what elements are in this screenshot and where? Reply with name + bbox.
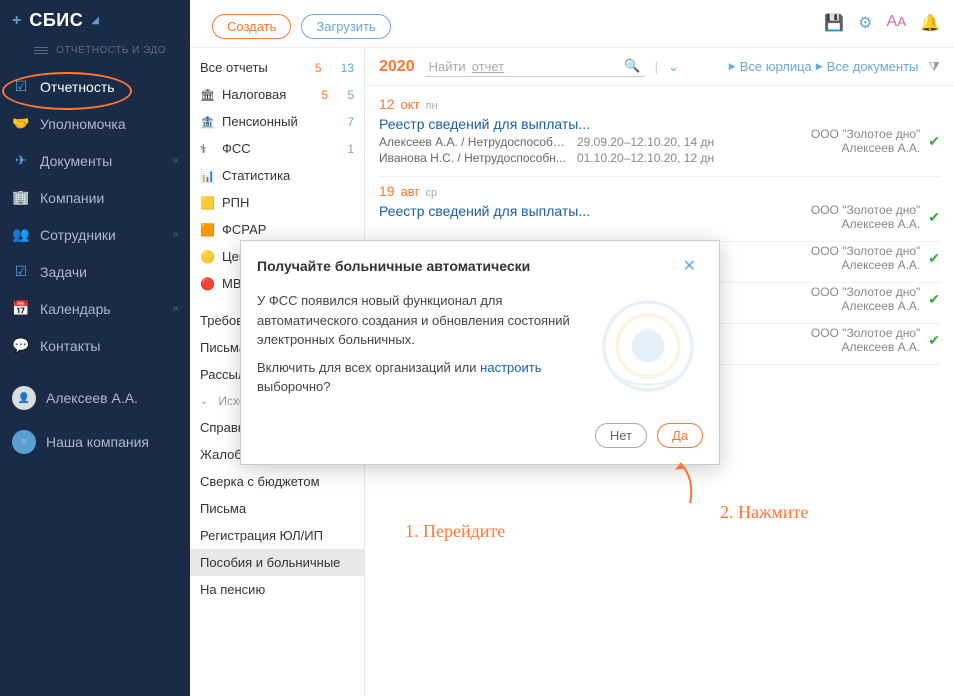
nav-item-5[interactable]: ☑Задачи bbox=[0, 253, 190, 290]
extra-2[interactable]: Сверка с бюджетом bbox=[190, 468, 364, 495]
check-icon: ✔ bbox=[928, 133, 940, 150]
user-name: Алексеев А.А. bbox=[46, 390, 138, 406]
chevron-right-icon: » bbox=[172, 229, 178, 240]
extra-3[interactable]: Письма bbox=[190, 495, 364, 522]
font-icon[interactable]: AA bbox=[887, 13, 907, 33]
entry-org: ООО "Золотое дно" bbox=[811, 127, 920, 141]
avatar: 👤 bbox=[12, 386, 36, 410]
report-icon: 🟡 bbox=[200, 250, 216, 264]
check-icon: ✔ bbox=[928, 250, 940, 267]
upload-button[interactable]: Загрузить bbox=[301, 14, 390, 39]
date-header: 19авгср bbox=[379, 177, 940, 201]
date-header: 12октпн bbox=[379, 90, 940, 114]
create-button[interactable]: Создать bbox=[212, 14, 291, 39]
entry-title: Реестр сведений для выплаты... bbox=[379, 203, 811, 221]
nav-item-4[interactable]: 👥Сотрудники» bbox=[0, 216, 190, 253]
report-3[interactable]: 📊Статистика bbox=[190, 162, 364, 189]
nav-item-7[interactable]: 💬Контакты bbox=[0, 327, 190, 364]
nav-icon: 📅 bbox=[12, 300, 30, 317]
nav-icon: 👥 bbox=[12, 226, 30, 243]
entry-org: ООО "Золотое дно" bbox=[811, 285, 920, 299]
close-icon[interactable]: ✕ bbox=[676, 253, 703, 279]
dropdown-icon[interactable]: ⌄ bbox=[668, 59, 679, 75]
report-5[interactable]: 🟧ФСРАР bbox=[190, 216, 364, 243]
modal-title: Получайте больничные автоматически bbox=[257, 258, 530, 274]
nav-item-0[interactable]: ☑Отчетность bbox=[0, 68, 190, 105]
nav-icon: ☑ bbox=[12, 263, 30, 280]
nav-item-6[interactable]: 📅Календарь» bbox=[0, 290, 190, 327]
check-icon: ✔ bbox=[928, 209, 940, 226]
extra-4[interactable]: Регистрация ЮЛ/ИП bbox=[190, 522, 364, 549]
entry-who: Алексеев А.А. bbox=[811, 141, 920, 155]
nav-icon: 🤝 bbox=[12, 115, 30, 132]
modal-text: У ФСС появился новый функционал для авто… bbox=[257, 291, 577, 401]
entry-who: Алексеев А.А. bbox=[811, 258, 920, 272]
report-icon: 📊 bbox=[200, 169, 216, 183]
yes-button[interactable]: Да bbox=[657, 423, 703, 448]
brand-name: СБИС bbox=[29, 10, 83, 31]
report-1[interactable]: 🏦Пенсионный7 bbox=[190, 108, 364, 135]
check-icon: ✔ bbox=[928, 332, 940, 349]
extra-6[interactable]: На пенсию bbox=[190, 576, 364, 603]
entry-who: Алексеев А.А. bbox=[811, 217, 920, 231]
list-entry[interactable]: Реестр сведений для выплаты...Алексеев А… bbox=[379, 114, 940, 177]
chevron-right-icon: » bbox=[172, 303, 178, 314]
nav-item-1[interactable]: 🤝Уполномочка bbox=[0, 105, 190, 142]
search-icon[interactable]: 🔍 bbox=[624, 58, 640, 74]
nav-icon: 💬 bbox=[12, 337, 30, 354]
plus-icon[interactable]: + bbox=[12, 12, 21, 30]
report-icon: 🏦 bbox=[200, 115, 216, 129]
nav-icon: ✈ bbox=[12, 152, 30, 169]
chevron-right-icon: » bbox=[172, 155, 178, 166]
configure-link[interactable]: настроить bbox=[480, 360, 541, 375]
bird-icon: ◢ bbox=[91, 15, 99, 26]
modal-dialog: Получайте больничные автоматически ✕ У Ф… bbox=[240, 240, 720, 465]
user-profile[interactable]: 👤 Алексеев А.А. bbox=[0, 376, 190, 420]
check-icon: ✔ bbox=[928, 291, 940, 308]
bell-icon[interactable]: 🔔 bbox=[920, 13, 940, 33]
app-logo: + СБИС ◢ bbox=[0, 0, 190, 41]
save-icon[interactable]: 💾 bbox=[824, 13, 844, 33]
entry-title: Реестр сведений для выплаты... bbox=[379, 116, 811, 134]
fss-emblem-icon bbox=[593, 291, 703, 401]
company-icon: ≡ bbox=[12, 430, 36, 454]
no-button[interactable]: Нет bbox=[595, 423, 647, 448]
year-filter[interactable]: 2020 bbox=[379, 58, 415, 76]
extra-5[interactable]: Пособия и больничные bbox=[190, 549, 364, 576]
company-link[interactable]: ≡ Наша компания bbox=[0, 420, 190, 464]
report-icon: 🟧 bbox=[200, 223, 216, 237]
nav-item-2[interactable]: ✈Документы» bbox=[0, 142, 190, 179]
list-entry[interactable]: Реестр сведений для выплаты...ООО "Золот… bbox=[379, 201, 940, 242]
entry-who: Алексеев А.А. bbox=[811, 299, 920, 313]
filter-docs[interactable]: Все документы bbox=[827, 59, 919, 74]
gear-icon[interactable]: ⚙ bbox=[858, 13, 872, 33]
nav-item-3[interactable]: 🏢Компании bbox=[0, 179, 190, 216]
entry-who: Алексеев А.А. bbox=[811, 340, 920, 354]
nav-icon: ☑ bbox=[12, 78, 30, 95]
menu-icon[interactable] bbox=[34, 45, 48, 56]
entry-org: ООО "Золотое дно" bbox=[811, 326, 920, 340]
report-icon: ⚕ bbox=[200, 142, 216, 156]
report-0[interactable]: 🏛Налоговая5 5 bbox=[190, 81, 364, 108]
report-icon: 🏛 bbox=[200, 88, 216, 102]
entry-org: ООО "Золотое дно" bbox=[811, 244, 920, 258]
search-input[interactable]: Найти отчет 🔍 bbox=[425, 56, 645, 77]
entry-org: ООО "Золотое дно" bbox=[811, 203, 920, 217]
all-reports[interactable]: Все отчеты5 13 bbox=[190, 54, 364, 81]
filter-entities[interactable]: Все юрлица bbox=[740, 59, 812, 74]
chevron-down-icon: ⌄ bbox=[200, 396, 208, 407]
funnel-icon[interactable]: ⧩ bbox=[928, 59, 940, 75]
report-icon: 🔴 bbox=[200, 277, 216, 291]
nav-icon: 🏢 bbox=[12, 189, 30, 206]
report-4[interactable]: 🟨РПН bbox=[190, 189, 364, 216]
report-icon: 🟨 bbox=[200, 196, 216, 210]
app-subtitle: ОТЧЕТНОСТЬ И ЭДО bbox=[0, 41, 190, 68]
company-name: Наша компания bbox=[46, 434, 149, 450]
report-2[interactable]: ⚕ФСС1 bbox=[190, 135, 364, 162]
